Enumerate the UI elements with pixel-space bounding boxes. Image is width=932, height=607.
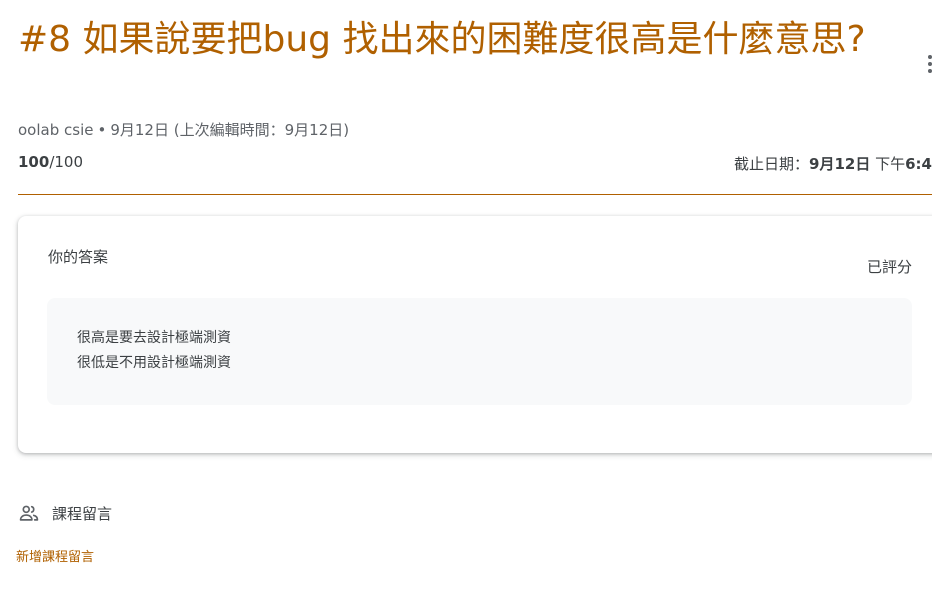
due-mid: 下午 bbox=[870, 155, 906, 173]
your-answer-label: 你的答案 bbox=[48, 248, 109, 266]
edited-time: (上次編輯時間：9月12日) bbox=[173, 121, 350, 139]
assignment-page: #8 如果說要把bug 找出來的困難度很高是什麼意思? oolab csie • 9… bbox=[0, 0, 932, 607]
graded-status: 已評分 bbox=[866, 258, 912, 276]
header-divider bbox=[18, 194, 932, 195]
answer-text: 很高是要去設計極端測資 很低是不用設計極端測資 bbox=[77, 330, 231, 371]
points-total: /100 bbox=[49, 153, 83, 171]
class-comments-label: 課程留言 bbox=[52, 504, 113, 523]
points-earned: 100 bbox=[18, 153, 50, 171]
add-class-comment-link[interactable]: 新增課程留言 bbox=[16, 546, 94, 565]
due-prefix: 截止日期： bbox=[734, 155, 810, 173]
due-time-value: 6:4 bbox=[905, 155, 932, 173]
more-options-button[interactable] bbox=[918, 52, 932, 76]
author-name: oolab csie bbox=[18, 121, 94, 139]
assignment-title: #8 如果說要把bug 找出來的困難度很高是什麼意思? bbox=[18, 19, 866, 60]
assignment-meta: oolab csie • 9月12日 (上次編輯時間：9月12日) bbox=[18, 119, 349, 140]
more-vert-icon bbox=[928, 55, 932, 73]
posted-date: 9月12日 bbox=[110, 121, 169, 139]
answer-box: 很高是要去設計極端測資 很低是不用設計極端測資 bbox=[47, 298, 912, 405]
people-icon bbox=[19, 505, 39, 521]
due-date-value: 9月12日 bbox=[809, 155, 871, 173]
class-comments-header: 課程留言 bbox=[18, 502, 112, 524]
points-display: 100/100 bbox=[18, 153, 83, 171]
due-date: 截止日期：9月12日 下午6:4 bbox=[734, 153, 932, 174]
meta-separator: • bbox=[97, 121, 107, 139]
your-answer-card: 你的答案 已評分 很高是要去設計極端測資 很低是不用設計極端測資 bbox=[18, 216, 932, 453]
